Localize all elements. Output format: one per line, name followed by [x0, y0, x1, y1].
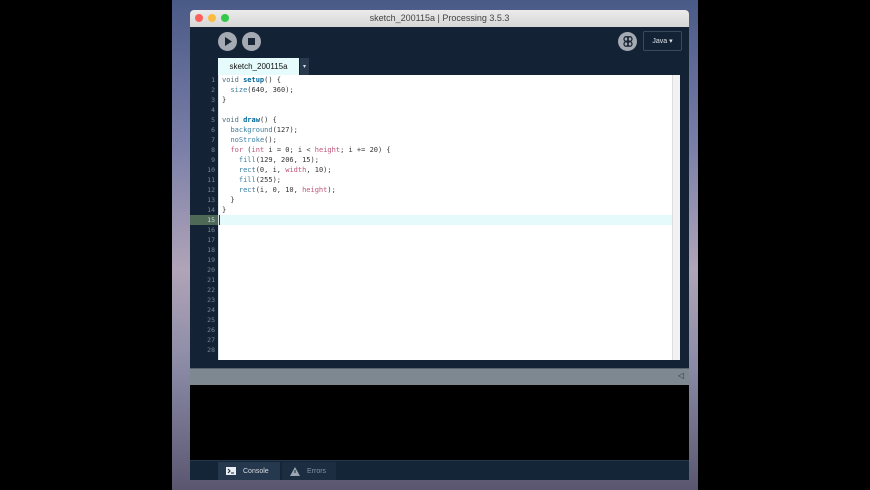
line-number: 12 [207, 186, 215, 194]
code-line: void draw() { [222, 116, 277, 124]
line-number: 25 [207, 316, 215, 324]
line-number: 9 [211, 156, 215, 164]
line-number-gutter: 1 2 3 4 5 6 7 8 9 10 11 12 13 14 15 16 17 18 19 20 21 22 23 24 2… [190, 75, 218, 360]
title-bar: sketch_200115a | Processing 3.5.3 [190, 10, 689, 27]
line-number: 26 [207, 326, 215, 334]
minimize-window-button[interactable] [208, 14, 216, 22]
console-label: Console [243, 467, 269, 475]
line-number: 2 [211, 86, 215, 94]
run-button[interactable] [218, 32, 237, 51]
code-line-current [219, 215, 672, 225]
errors-label: Errors [307, 467, 327, 475]
line-number: 28 [207, 346, 215, 354]
code-line: for (int i = 0; i < height; i += 20) { [230, 146, 391, 154]
line-number: 17 [207, 236, 215, 244]
code-area[interactable]: void setup() { size(640, 360); } void dr… [218, 75, 672, 360]
line-number: 16 [207, 226, 215, 234]
code-line: fill(129, 206, 15); [238, 156, 319, 164]
code-line: rect(i, 0, 10, height); [238, 186, 336, 194]
line-number: 13 [207, 196, 215, 204]
line-number: 1 [211, 76, 215, 84]
stop-button[interactable] [242, 32, 261, 51]
tab-console[interactable]: Console [218, 462, 280, 480]
warning-icon [290, 466, 300, 476]
zoom-window-button[interactable] [221, 14, 229, 22]
tab-menu-button[interactable]: ▾ [300, 58, 309, 75]
line-number: 14 [207, 206, 215, 214]
code-line: } [222, 206, 227, 214]
play-icon [224, 37, 232, 46]
line-number: 24 [207, 306, 215, 314]
line-number: 8 [211, 146, 215, 154]
terminal-icon [226, 467, 236, 475]
line-number: 21 [207, 276, 215, 284]
code-editor: 1 2 3 4 5 6 7 8 9 10 11 12 13 14 15 16 17 18 19 20 21 22 23 24 2… [190, 75, 689, 360]
code-line: } [222, 196, 235, 204]
line-number: 4 [211, 106, 215, 114]
tab-errors[interactable]: Errors [282, 462, 336, 480]
line-number: 15 [190, 215, 218, 225]
line-number: 10 [207, 166, 215, 174]
butterfly-icon [622, 36, 633, 47]
line-number: 5 [211, 116, 215, 124]
console-tab-bar: Console Errors [190, 460, 689, 480]
line-number: 6 [211, 126, 215, 134]
line-number: 20 [207, 266, 215, 274]
code-line: fill(255); [238, 176, 282, 184]
code-line: size(640, 360); [230, 86, 294, 94]
editor-scrollbar[interactable] [672, 75, 680, 360]
tab-sketch[interactable]: sketch_200115a [218, 58, 299, 75]
status-bar: ◁ [190, 368, 689, 385]
line-number: 11 [207, 176, 215, 184]
mode-selector[interactable]: Java ▾ [643, 31, 682, 51]
code-line: rect(0, i, width, 10); [238, 166, 332, 174]
line-number: 19 [207, 256, 215, 264]
window-title: sketch_200115a | Processing 3.5.3 [369, 13, 510, 23]
line-number: 7 [211, 136, 215, 144]
code-line: void setup() { [222, 76, 282, 84]
line-number: 3 [211, 96, 215, 104]
collapse-console-icon[interactable]: ◁ [678, 371, 684, 380]
toolbar: Java ▾ [190, 27, 689, 59]
debugger-button[interactable] [618, 32, 637, 51]
line-number: 23 [207, 296, 215, 304]
close-window-button[interactable] [195, 14, 203, 22]
processing-window: sketch_200115a | Processing 3.5.3 Java ▾… [190, 10, 689, 480]
stop-icon [248, 38, 255, 45]
line-number: 22 [207, 286, 215, 294]
console-output[interactable] [190, 385, 689, 460]
line-number: 27 [207, 336, 215, 344]
code-line: noStroke(); [230, 136, 277, 144]
line-number: 18 [207, 246, 215, 254]
code-line: background(127); [230, 126, 298, 134]
code-line: } [222, 96, 227, 104]
